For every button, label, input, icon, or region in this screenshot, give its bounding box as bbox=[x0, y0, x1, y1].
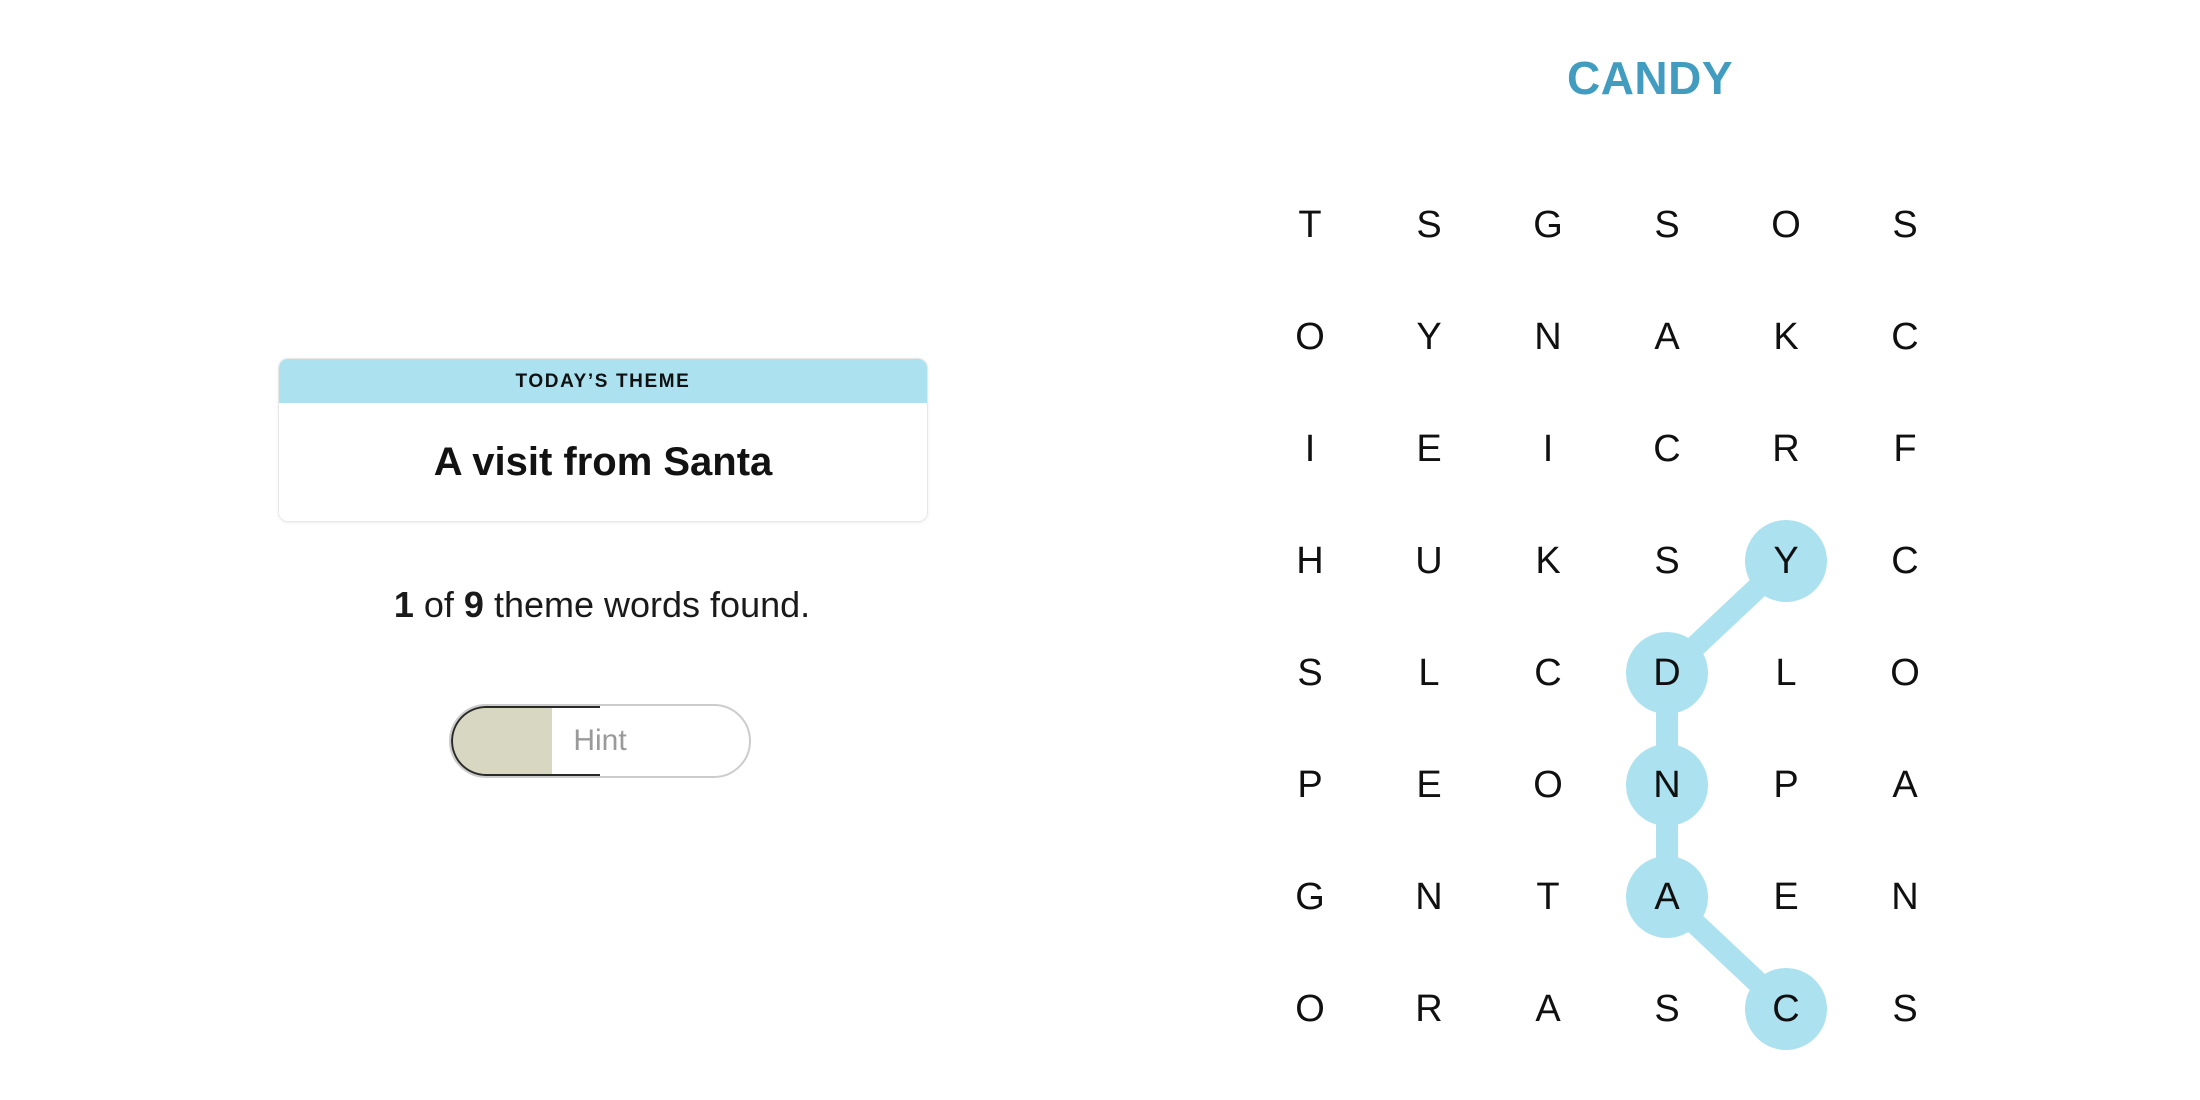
theme-card-header: TODAY’S THEME bbox=[279, 359, 927, 403]
grid-cell[interactable]: L bbox=[1389, 633, 1469, 713]
letter-grid-cells[interactable]: TSGSOSOYNAKCIEICRFHUKSYCSLCDLOPEONPAGNTA… bbox=[1250, 170, 1970, 1070]
theme-title: A visit from Santa bbox=[433, 440, 773, 484]
grid-cell[interactable]: E bbox=[1389, 409, 1469, 489]
grid-cell[interactable]: D bbox=[1627, 633, 1707, 713]
letter-grid[interactable]: TSGSOSOYNAKCIEICRFHUKSYCSLCDLOPEONPAGNTA… bbox=[1250, 170, 1970, 1070]
grid-cell[interactable]: A bbox=[1627, 857, 1707, 937]
grid-cell[interactable]: N bbox=[1865, 857, 1945, 937]
grid-cell[interactable]: L bbox=[1746, 633, 1826, 713]
grid-cell[interactable]: S bbox=[1865, 185, 1945, 265]
grid-cell[interactable]: A bbox=[1508, 969, 1588, 1049]
grid-cell[interactable]: P bbox=[1270, 745, 1350, 825]
grid-cell[interactable]: S bbox=[1627, 969, 1707, 1049]
grid-cell[interactable]: Y bbox=[1746, 521, 1826, 601]
grid-cell[interactable]: A bbox=[1865, 745, 1945, 825]
todays-theme-card: TODAY’S THEME A visit from Santa bbox=[278, 358, 928, 522]
grid-cell[interactable]: N bbox=[1627, 745, 1707, 825]
theme-card-header-label: TODAY’S THEME bbox=[515, 370, 691, 392]
grid-cell[interactable]: C bbox=[1865, 297, 1945, 377]
grid-cell[interactable]: O bbox=[1865, 633, 1945, 713]
grid-cell[interactable]: O bbox=[1746, 185, 1826, 265]
grid-cell[interactable]: H bbox=[1270, 521, 1350, 601]
left-info-panel: TODAY’S THEME A visit from Santa 1 of 9 … bbox=[0, 0, 1100, 1100]
grid-cell[interactable]: I bbox=[1270, 409, 1350, 489]
grid-cell[interactable]: G bbox=[1270, 857, 1350, 937]
grid-cell[interactable]: I bbox=[1508, 409, 1588, 489]
grid-cell[interactable]: K bbox=[1508, 521, 1588, 601]
progress-suffix: theme words found. bbox=[483, 584, 811, 625]
grid-cell[interactable]: C bbox=[1865, 521, 1945, 601]
total-count: 9 bbox=[463, 584, 484, 625]
grid-cell[interactable]: S bbox=[1627, 185, 1707, 265]
grid-cell[interactable]: T bbox=[1270, 185, 1350, 265]
grid-cell[interactable]: O bbox=[1508, 745, 1588, 825]
grid-cell[interactable]: S bbox=[1627, 521, 1707, 601]
grid-cell[interactable]: N bbox=[1508, 297, 1588, 377]
hint-button-label: Hint bbox=[573, 724, 627, 757]
grid-cell[interactable]: S bbox=[1389, 185, 1469, 265]
grid-cell[interactable]: C bbox=[1627, 409, 1707, 489]
grid-cell[interactable]: S bbox=[1270, 633, 1350, 713]
found-count: 1 bbox=[393, 584, 414, 625]
puzzle-title: CANDY bbox=[1566, 52, 1734, 104]
grid-cell[interactable]: T bbox=[1508, 857, 1588, 937]
theme-words-progress: 1 of 9 theme words found. bbox=[278, 585, 926, 625]
grid-cell[interactable]: C bbox=[1508, 633, 1588, 713]
grid-cell[interactable]: O bbox=[1270, 297, 1350, 377]
grid-cell[interactable]: G bbox=[1508, 185, 1588, 265]
grid-cell[interactable]: A bbox=[1627, 297, 1707, 377]
theme-card-body: A visit from Santa bbox=[279, 403, 927, 521]
puzzle-panel: CANDY TSGSOSOYNAKCIEICRFHUKSYCSLCDLOPEON… bbox=[1100, 0, 2200, 1100]
grid-cell[interactable]: E bbox=[1746, 857, 1826, 937]
grid-cell[interactable]: P bbox=[1746, 745, 1826, 825]
grid-cell[interactable]: E bbox=[1389, 745, 1469, 825]
grid-cell[interactable]: K bbox=[1746, 297, 1826, 377]
hint-button[interactable]: Hint bbox=[449, 704, 751, 778]
grid-cell[interactable]: F bbox=[1865, 409, 1945, 489]
grid-cell[interactable]: N bbox=[1389, 857, 1469, 937]
grid-cell[interactable]: O bbox=[1270, 969, 1350, 1049]
progress-connector: of bbox=[413, 584, 464, 625]
grid-cell[interactable]: Y bbox=[1389, 297, 1469, 377]
grid-cell[interactable]: R bbox=[1389, 969, 1469, 1049]
grid-cell[interactable]: C bbox=[1746, 969, 1826, 1049]
grid-cell[interactable]: R bbox=[1746, 409, 1826, 489]
grid-cell[interactable]: S bbox=[1865, 969, 1945, 1049]
grid-cell[interactable]: U bbox=[1389, 521, 1469, 601]
